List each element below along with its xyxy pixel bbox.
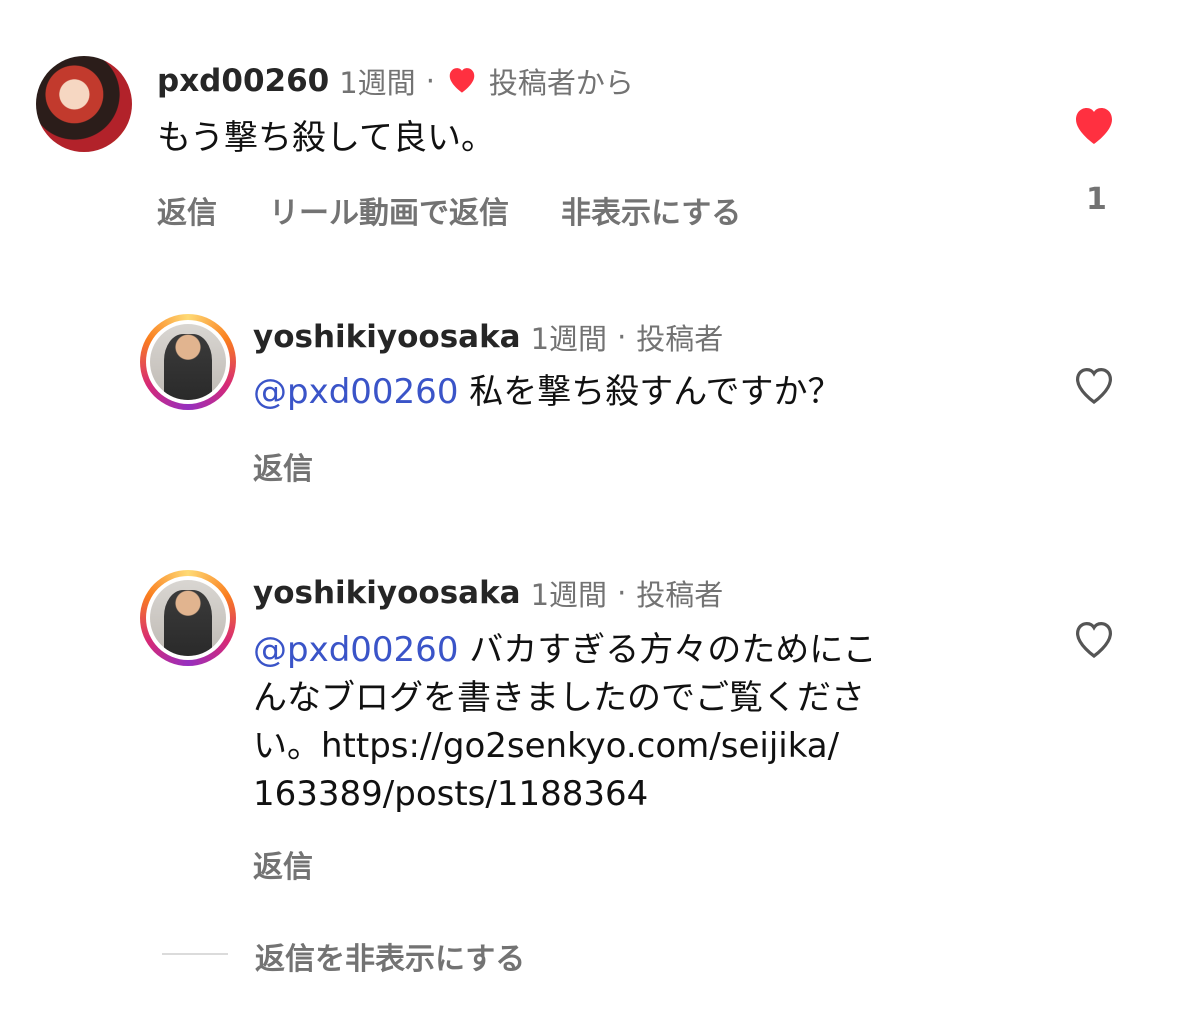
hide-button[interactable]: 非表示にする — [561, 188, 741, 232]
timestamp: 1週間 — [530, 322, 608, 356]
avatar[interactable] — [36, 56, 132, 152]
divider — [162, 953, 228, 955]
avatar[interactable] — [140, 570, 236, 666]
reel-reply-button[interactable]: リール動画で返信 — [269, 188, 509, 232]
username[interactable]: pxd00260 — [157, 63, 329, 99]
heart-outline-icon[interactable] — [1070, 362, 1118, 410]
reply-header: yoshikiyoosaka 1週間 · 投稿者 — [253, 572, 723, 614]
like-count: 1 — [1086, 182, 1107, 217]
username[interactable]: yoshikiyoosaka — [253, 575, 521, 611]
separator: · — [617, 320, 627, 354]
reply-body-line: んなブログを書きましたのでご覧くださ — [253, 678, 865, 718]
reply-button[interactable]: 返信 — [253, 444, 313, 488]
heart-filled-icon[interactable] — [1070, 102, 1118, 150]
reply-body-line: バカすぎる方々のためにこ — [458, 630, 877, 670]
heart-outline-icon[interactable] — [1070, 616, 1118, 664]
reply-button[interactable]: 返信 — [157, 188, 217, 232]
timestamp: 1週間 — [530, 578, 608, 612]
comment-header: pxd00260 1週間 · 投稿者から — [157, 60, 634, 102]
reply-body: 私を撃ち殺すんですか？ — [458, 372, 842, 412]
separator: · — [425, 64, 435, 98]
reply-body-line: 163389/posts/1188364 — [253, 774, 649, 814]
timestamp: 1週間 — [339, 66, 416, 100]
separator: · — [617, 576, 627, 610]
reply-header: yoshikiyoosaka 1週間 · 投稿者 — [253, 316, 723, 358]
reply-body-line: い。https://go2senkyo.com/seijika/ — [253, 726, 840, 766]
reply-button[interactable]: 返信 — [253, 842, 313, 886]
mention-link[interactable]: @pxd00260 — [253, 372, 458, 412]
mention-link[interactable]: @pxd00260 — [253, 630, 458, 670]
username[interactable]: yoshikiyoosaka — [253, 319, 521, 355]
comment-text: もう撃ち殺して良い。 — [157, 118, 495, 158]
heart-filled-icon — [445, 64, 479, 98]
hide-replies-button[interactable]: 返信を非表示にする — [255, 934, 525, 978]
author-label: 投稿者 — [636, 322, 724, 356]
author-label: 投稿者 — [636, 578, 724, 612]
liked-by-author-label: 投稿者から — [488, 66, 634, 100]
reply-text: @pxd00260 私を撃ち殺すんですか？ — [253, 368, 842, 416]
avatar[interactable] — [140, 314, 236, 410]
reply-text: @pxd00260 バカすぎる方々のためにこ んなブログを書きましたのでご覧くだ… — [253, 626, 1013, 818]
comment-actions: 返信 リール動画で返信 非表示にする — [157, 188, 741, 232]
